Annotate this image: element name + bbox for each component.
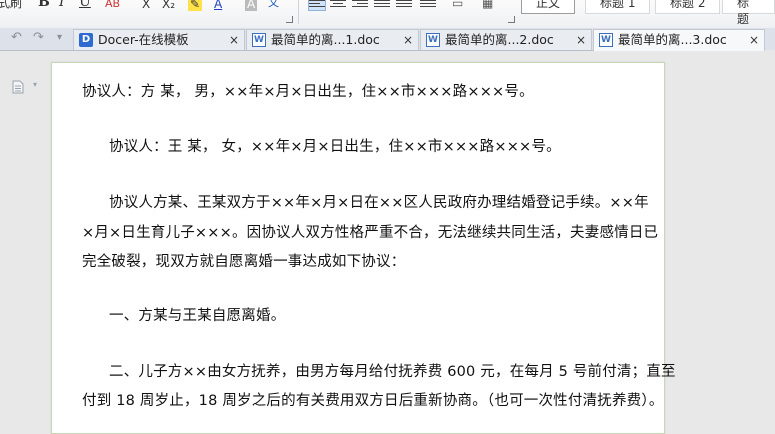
document-tab-bar: ↶ ↷ ▾ D Docer-在线模板 × W 最简单的离...1.doc × W… [0,28,775,51]
tab-document-3[interactable]: W 最简单的离...3.doc × [593,29,765,51]
style-heading-3[interactable]: 标题 3 [722,0,775,42]
font-dialog-launcher-icon[interactable] [286,16,293,23]
bold-button[interactable]: B [38,0,50,9]
document-paragraph: ×月×日生育儿子×××。因协议人双方性格严重不合，无法继续共同生活，夫妻感情日已 [82,225,659,241]
ribbon-toolbar: 式刷 B I U AB X X₂ ✎ A A 文 ▭ ▦ 正文 标题 1 标题 … [0,0,775,42]
vertical-scrollbar[interactable] [765,50,775,419]
align-right-button[interactable] [352,0,368,10]
format-painter-label[interactable]: 式刷 [0,0,22,10]
tab-label: 最简单的离...1.doc [271,32,380,47]
document-paragraph: 一、方某与王某自愿离婚。 [109,308,286,324]
align-center-button[interactable] [330,0,346,10]
paragraph-dialog-launcher-icon[interactable] [508,16,515,23]
ribbon-separator [298,0,299,24]
close-icon[interactable]: × [576,30,586,50]
border-icon[interactable]: ▦ [482,0,493,10]
char-shading-button[interactable]: A [245,0,258,11]
document-paragraph: 协议人方某、王某双方于××年×月×日在××区人民政府办理结婚登记手续。××年 [109,195,649,211]
shading-icon[interactable]: ▭ [452,0,463,10]
document-paragraph: 协议人：王 某， 女，××年×月×日出生，住××市×××路×××号。 [109,139,561,155]
close-icon[interactable]: × [403,30,413,50]
tab-menu-chevron-down-icon[interactable]: ▾ [57,30,62,46]
docer-icon: D [79,33,93,47]
document-page[interactable]: 协议人：方 某， 男，××年×月×日出生，住××市×××路×××号。 协议人：王… [51,62,676,434]
align-left-button[interactable] [308,0,326,11]
style-heading-2[interactable]: 标题 2 [655,0,721,14]
distributed-align-button[interactable] [396,0,412,10]
line-spacing-button[interactable] [420,0,436,10]
document-paragraph: 完全破裂，现双方就自愿离婚一事达成如下协议： [82,254,406,270]
tab-document-2[interactable]: W 最简单的离...2.doc × [420,29,592,50]
close-icon[interactable]: × [749,30,759,50]
tab-label: 最简单的离...3.doc [618,32,727,47]
subscript-button[interactable]: X₂ [162,0,175,11]
superscript-button[interactable]: X [142,0,150,11]
close-icon[interactable]: × [229,30,239,50]
word-document-icon: W [426,33,440,47]
highlight-icon[interactable]: ✎ [188,0,203,11]
document-paragraph: 二、儿子方××由女方抚养，由男方每月给付抚养费 600 元，在每月 5 号前付清… [109,364,676,380]
undo-icon[interactable]: ↶ [11,30,22,46]
strikethrough-button[interactable]: AB [105,0,120,11]
tab-label: 最简单的离...2.doc [445,32,554,47]
font-color-button[interactable]: A [214,0,222,11]
tab-docer-templates[interactable]: D Docer-在线模板 × [73,29,245,50]
redo-icon[interactable]: ↷ [33,30,44,46]
italic-button[interactable]: I [59,0,65,9]
underline-button[interactable]: U [79,0,91,9]
word-document-icon: W [252,33,266,47]
page-navigation-icon[interactable] [12,80,24,94]
style-normal[interactable]: 正文 [521,0,576,14]
phonetic-guide-button[interactable]: 文 [268,0,279,10]
document-paragraph: 协议人：方 某， 男，××年×月×日出生，住××市×××路×××号。 [82,84,534,100]
justify-button[interactable] [374,0,390,10]
document-paragraph: 付到 18 周岁止，18 周岁之后的有关费用双方日后重新协商。（也可一次性付清抚… [82,393,664,409]
tab-document-1[interactable]: W 最简单的离...1.doc × [246,29,419,50]
tab-label: Docer-在线模板 [98,32,189,47]
style-heading-1[interactable]: 标题 1 [585,0,651,14]
word-document-icon: W [599,33,613,47]
chevron-down-icon[interactable]: ▾ [33,80,37,89]
